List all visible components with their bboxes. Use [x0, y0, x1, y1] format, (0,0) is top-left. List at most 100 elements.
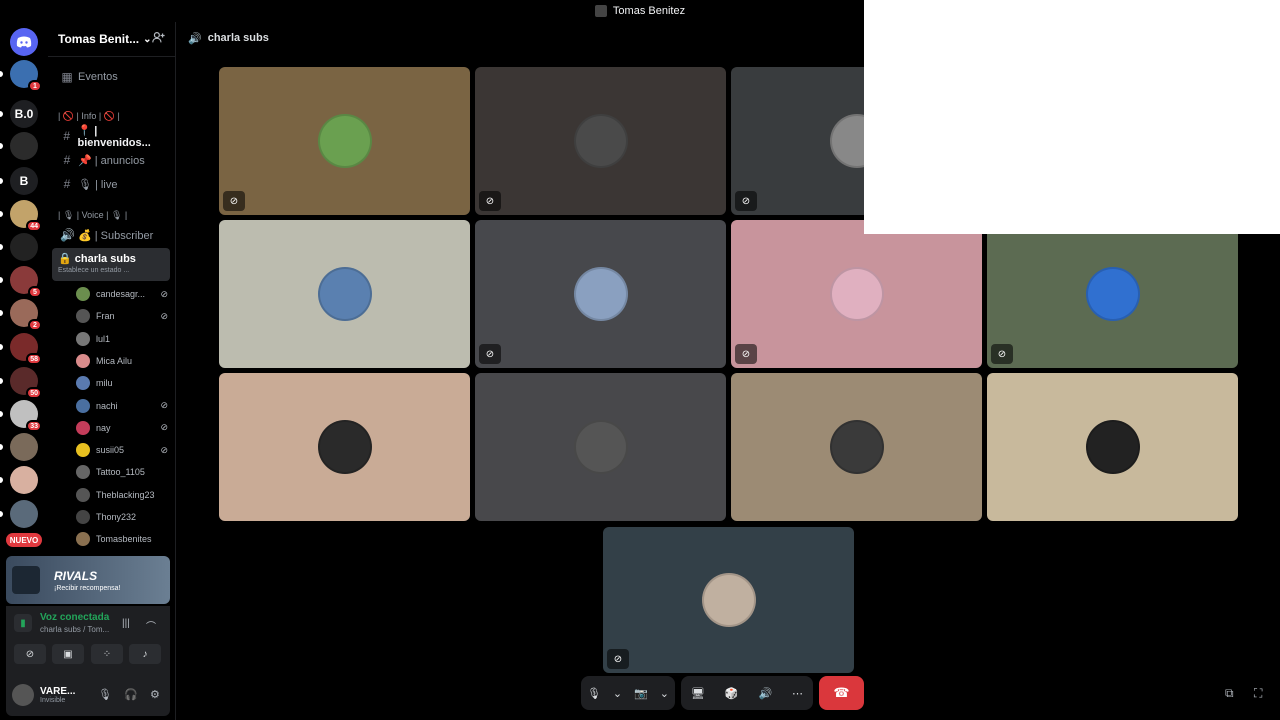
headphones-icon[interactable]: 🎧: [124, 688, 138, 701]
hashtag-icon: #: [63, 153, 71, 167]
user-panel[interactable]: VARE... Invisible 🎙 🎧 ⚙: [12, 680, 164, 710]
signal-icon[interactable]: ▮: [14, 614, 32, 632]
soundboard-button[interactable]: ♪: [129, 644, 161, 664]
server-icon[interactable]: [10, 132, 38, 160]
voice-member[interactable]: Tattoo_1105: [76, 463, 168, 481]
soundboard-icon[interactable]: 🔊: [758, 687, 772, 700]
calendar-icon: ▦: [61, 70, 73, 84]
rivals-promo[interactable]: RIVALS ¡Recibir recompensa!: [6, 556, 170, 604]
participant-tile[interactable]: ⊘: [731, 220, 982, 368]
voice-member[interactable]: Mica Ailu: [76, 352, 168, 370]
voice-member[interactable]: lul1: [76, 330, 168, 348]
avatar: [317, 267, 372, 321]
server-icon[interactable]: 44: [10, 200, 42, 232]
voice-member[interactable]: Fran ⊘: [76, 307, 168, 325]
avatar: [76, 487, 90, 502]
guild-header[interactable]: Tomas Benit... ⌄: [48, 22, 175, 57]
member-name: lul1: [96, 333, 111, 344]
voice-member[interactable]: susii05 ⊘: [76, 441, 168, 459]
blank-region: [864, 0, 1280, 234]
voice-member[interactable]: Thony232: [76, 508, 168, 526]
server-icon[interactable]: 1: [10, 60, 42, 92]
participant-tile[interactable]: [731, 373, 982, 521]
chevron-down-icon[interactable]: ⌄: [613, 687, 622, 700]
channel-announce[interactable]: # 📌 | anuncios: [54, 149, 170, 171]
guild-name: Tomas Benit...: [58, 32, 140, 46]
voice-connected-panel: ▮ Voz conectada charla subs / Tom... |||…: [6, 606, 170, 716]
voice-member[interactable]: Tomasbenites: [76, 530, 168, 548]
voice-status-text[interactable]: Establece un estado ...: [58, 267, 164, 274]
activities-icon[interactable]: 🎲: [725, 687, 739, 700]
mic-camera-controls: 🎙 ⌄ 📷 ⌄: [581, 676, 675, 710]
chevron-down-icon[interactable]: ⌄: [660, 687, 669, 700]
server-icon[interactable]: 50: [10, 367, 42, 399]
server-icon[interactable]: 58: [10, 333, 42, 365]
avatar: [573, 267, 628, 321]
server-icon[interactable]: [10, 433, 38, 461]
avatar: [701, 573, 756, 627]
camera-off-icon: ⊘: [735, 191, 757, 211]
avatar: [76, 420, 90, 435]
camera-off-icon: ⊘: [607, 649, 629, 669]
category-voice[interactable]: | 🎙 | Voice | 🎙 |: [58, 210, 127, 221]
popout-icon[interactable]: ⧉: [1225, 686, 1234, 701]
end-call-button[interactable]: ☎: [819, 676, 864, 710]
server-icon[interactable]: [10, 466, 38, 494]
new-badge[interactable]: NUEVO: [6, 533, 42, 547]
add-member-icon[interactable]: [152, 31, 165, 47]
server-icon[interactable]: 33: [10, 400, 42, 432]
channel-live[interactable]: # 🎙 | live: [54, 173, 170, 195]
camera-off-icon: ⊘: [735, 344, 757, 364]
channel-subscriber[interactable]: 🔊 💰 | Subscriber: [54, 224, 170, 246]
camera-off-icon: ⊘: [160, 444, 168, 455]
microphone-icon[interactable]: 🎙: [98, 688, 112, 701]
activities-button[interactable]: ⁘: [91, 644, 123, 664]
camera-off-icon: ⊘: [160, 422, 168, 433]
participant-tile[interactable]: [219, 220, 470, 368]
channel-welcome[interactable]: # 📍 | bienvenidos...: [54, 125, 170, 149]
participant-tile[interactable]: [987, 373, 1238, 521]
active-voice-channel[interactable]: 🔒 charla subs Establece un estado ...: [52, 248, 170, 281]
server-icon[interactable]: 2: [10, 299, 42, 331]
server-icon[interactable]: B: [10, 167, 38, 195]
gear-icon[interactable]: ⚙: [150, 688, 160, 701]
voice-member[interactable]: candesagr... ⊘: [76, 285, 168, 303]
participant-tile[interactable]: ⊘: [475, 67, 726, 215]
server-icon[interactable]: 5: [10, 266, 42, 298]
events-item[interactable]: ▦ Eventos: [54, 66, 170, 88]
speaker-icon: 🔊: [188, 32, 202, 45]
server-icon[interactable]: [10, 233, 38, 261]
camera-off-icon: ⊘: [991, 344, 1013, 364]
promo-subtitle: ¡Recibir recompensa!: [54, 584, 121, 592]
avatar: [76, 287, 90, 301]
voice-member[interactable]: Theblacking23: [76, 486, 168, 504]
category-info[interactable]: | 🚫 | Info | 🚫 |: [58, 111, 120, 122]
mention-badge: 2: [28, 319, 42, 331]
participant-tile[interactable]: ⊘: [603, 527, 854, 673]
screen-share-button[interactable]: ▣: [52, 644, 84, 664]
voice-connected-subtitle[interactable]: charla subs / Tom...: [40, 625, 109, 634]
channel-live-label: 🎙 | live: [78, 178, 118, 191]
microphone-icon[interactable]: 🎙: [587, 687, 601, 700]
unread-pill: [0, 211, 3, 217]
more-icon[interactable]: ⋯: [792, 687, 803, 700]
server-icon[interactable]: [10, 500, 38, 528]
camera-off-icon: ⊘: [479, 344, 501, 364]
screen-share-icon[interactable]: 🖥: [691, 687, 705, 700]
participant-tile[interactable]: ⊘: [475, 220, 726, 368]
participant-tile[interactable]: [475, 373, 726, 521]
camera-icon[interactable]: 📷: [634, 687, 648, 700]
noise-suppression-icon[interactable]: |||: [122, 618, 130, 629]
server-icon[interactable]: B.0: [10, 100, 38, 128]
disconnect-icon[interactable]: ⌒: [146, 618, 156, 633]
fullscreen-icon[interactable]: ⛶: [1254, 686, 1262, 701]
chevron-down-icon: ⌄: [143, 33, 152, 45]
participant-tile[interactable]: ⊘: [219, 67, 470, 215]
discord-icon[interactable]: [10, 28, 38, 56]
voice-member[interactable]: nay ⊘: [76, 419, 168, 437]
voice-member[interactable]: nachi ⊘: [76, 397, 168, 415]
camera-off-button[interactable]: ⊘: [14, 644, 46, 664]
participant-tile[interactable]: [219, 373, 470, 521]
voice-member[interactable]: milu: [76, 374, 168, 392]
participant-tile[interactable]: ⊘: [987, 220, 1238, 368]
